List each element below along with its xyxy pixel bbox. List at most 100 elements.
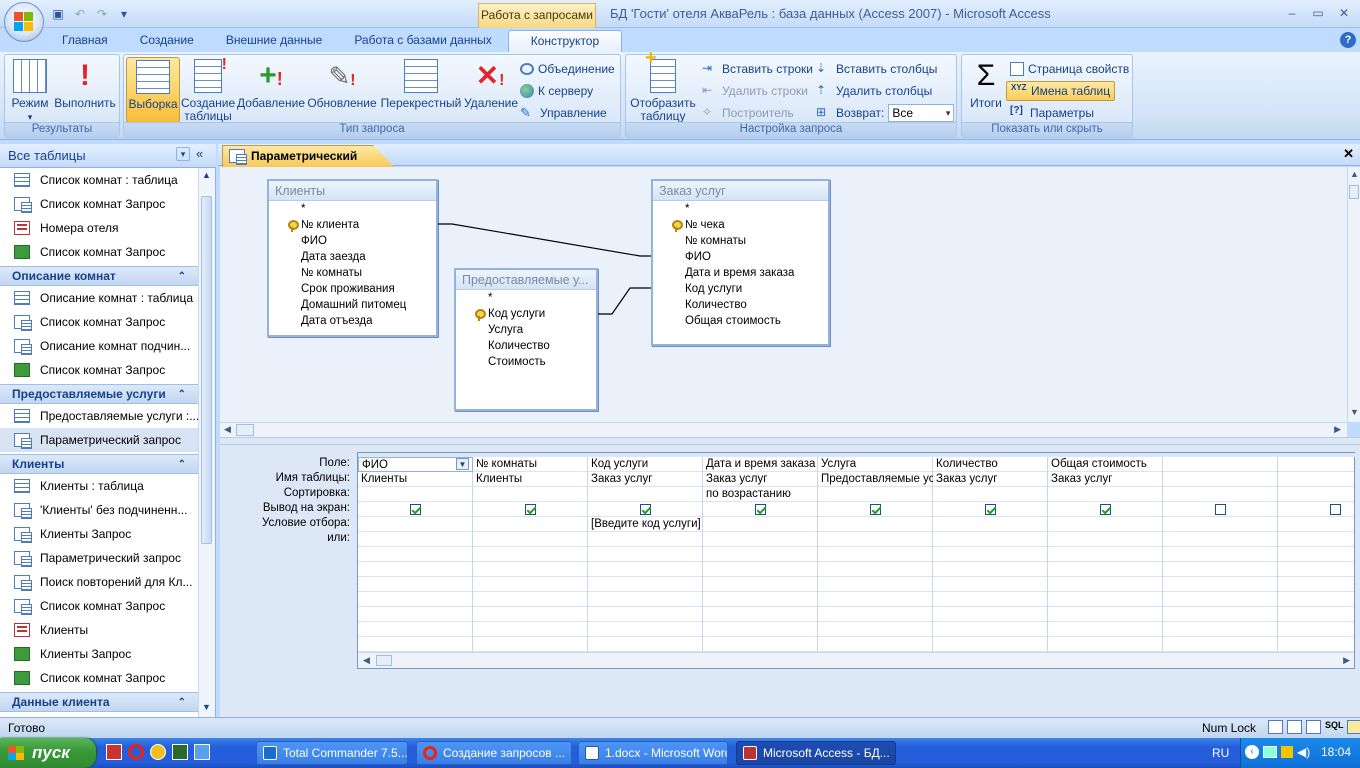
- minimize-button[interactable]: ‒: [1280, 4, 1304, 22]
- nav-item[interactable]: Список комнат Запрос: [0, 358, 198, 382]
- nav-item[interactable]: Поиск повторений для Кл...: [0, 570, 198, 594]
- or-cell[interactable]: [1278, 532, 1360, 547]
- nav-item[interactable]: Клиенты Запрос: [0, 522, 198, 546]
- scroll-thumb[interactable]: [1349, 185, 1359, 199]
- nav-item[interactable]: Клиенты : таблица: [0, 474, 198, 498]
- close-button[interactable]: ✕: [1332, 4, 1356, 22]
- nav-group-header[interactable]: Предоставляемые услуги ⌃: [0, 384, 198, 404]
- sort-cell[interactable]: по возрастанию: [703, 487, 818, 502]
- ql-app-icon[interactable]: [106, 744, 122, 760]
- pane-splitter[interactable]: [220, 437, 1360, 445]
- office-button[interactable]: [4, 2, 44, 42]
- pass-through-button[interactable]: К серверу: [520, 81, 593, 101]
- data-definition-button[interactable]: ✎ Управление: [520, 103, 607, 123]
- nav-item[interactable]: Предоставляемые услуги :...: [0, 404, 198, 428]
- show-checkbox[interactable]: [755, 504, 766, 515]
- collapse-chevron-icon[interactable]: ⌃: [178, 268, 186, 286]
- tab-design[interactable]: Конструктор: [507, 30, 623, 54]
- field-cell[interactable]: № комнаты: [473, 457, 588, 472]
- nav-item[interactable]: Список комнат Запрос: [0, 240, 198, 264]
- nav-item[interactable]: Клиенты: [0, 618, 198, 642]
- customize-qat-icon[interactable]: ▾: [116, 6, 132, 22]
- scroll-down-icon[interactable]: ▼: [1350, 407, 1359, 417]
- delete-rows-button[interactable]: ⇤ Удалить строки: [702, 81, 808, 101]
- criteria-cell[interactable]: [1278, 517, 1360, 532]
- ql-app-icon[interactable]: [172, 744, 188, 760]
- table-name-cell[interactable]: Предоставляемые ус: [818, 472, 933, 487]
- show-checkbox[interactable]: [1100, 504, 1111, 515]
- criteria-cell[interactable]: [358, 517, 473, 532]
- show-checkbox[interactable]: [525, 504, 536, 515]
- opera-icon[interactable]: [128, 744, 144, 760]
- nav-item[interactable]: Описание комнат подчин...: [0, 334, 198, 358]
- table-name-cell[interactable]: Заказ услуг: [588, 472, 703, 487]
- save-icon[interactable]: ▣: [50, 6, 66, 22]
- criteria-cell[interactable]: [818, 517, 933, 532]
- tab-create[interactable]: Создание: [124, 30, 210, 52]
- sort-cell[interactable]: [588, 487, 703, 502]
- builder-button[interactable]: ✧ Построитель: [702, 103, 794, 123]
- design-area-vscroll[interactable]: ▲ ▼: [1347, 167, 1360, 422]
- task-access[interactable]: Microsoft Access - БД...: [736, 741, 896, 765]
- table-names-button[interactable]: XYZ Имена таблиц: [1006, 81, 1116, 101]
- shutter-bar-close-icon[interactable]: «: [196, 146, 203, 161]
- insert-columns-button[interactable]: ⇣ Вставить столбцы: [816, 59, 937, 79]
- table-name-cell[interactable]: Клиенты: [358, 472, 473, 487]
- qbe-hscroll[interactable]: ◀ ▶: [358, 652, 1354, 668]
- nav-group-header[interactable]: Клиенты ⌃: [0, 454, 198, 474]
- union-button[interactable]: Объединение: [520, 59, 615, 79]
- sort-cell[interactable]: [1163, 487, 1278, 502]
- collapse-chevron-icon[interactable]: ⌃: [178, 456, 186, 474]
- chevron-down-icon[interactable]: ▼: [456, 458, 469, 470]
- collapse-chevron-icon[interactable]: ⌃: [178, 386, 186, 404]
- field-cell[interactable]: Код услуги: [588, 457, 703, 472]
- sort-cell[interactable]: [933, 487, 1048, 502]
- view-button[interactable]: Режим ▾: [7, 57, 53, 123]
- or-cell[interactable]: [1048, 532, 1163, 547]
- table-name-cell[interactable]: Клиенты: [473, 472, 588, 487]
- table-name-cell[interactable]: [1163, 472, 1278, 487]
- ql-app-icon[interactable]: [150, 744, 166, 760]
- insert-rows-button[interactable]: ⇥ Вставить строки: [702, 59, 813, 79]
- sort-cell[interactable]: [1048, 487, 1163, 502]
- or-cell[interactable]: [818, 532, 933, 547]
- show-checkbox[interactable]: [410, 504, 421, 515]
- or-cell[interactable]: [1163, 532, 1278, 547]
- field-cell[interactable]: Услуга: [818, 457, 933, 472]
- return-select[interactable]: Все ▾: [888, 104, 955, 122]
- field-cell[interactable]: Количество: [933, 457, 1048, 472]
- task-total-commander[interactable]: Total Commander 7.5...: [256, 741, 408, 765]
- scroll-left-icon[interactable]: ◀: [224, 424, 231, 435]
- nav-item[interactable]: Список комнат Запрос: [0, 192, 198, 216]
- scroll-down-icon[interactable]: ▼: [202, 702, 211, 712]
- table-name-cell[interactable]: Заказ услуг: [1048, 472, 1163, 487]
- show-checkbox[interactable]: [1215, 504, 1226, 515]
- criteria-cell[interactable]: [Введите код услуги]: [588, 517, 703, 532]
- scroll-right-icon[interactable]: ▶: [1334, 424, 1341, 435]
- network-icon[interactable]: [1263, 746, 1277, 758]
- sort-cell[interactable]: [1278, 487, 1360, 502]
- show-checkbox[interactable]: [985, 504, 996, 515]
- lang-indicator[interactable]: RU: [1212, 746, 1229, 760]
- help-icon[interactable]: ?: [1340, 32, 1356, 48]
- table-name-cell[interactable]: Заказ услуг: [703, 472, 818, 487]
- field-cell[interactable]: [1163, 457, 1278, 472]
- scroll-thumb[interactable]: [376, 655, 392, 666]
- pivot-chart-icon[interactable]: [1306, 720, 1321, 734]
- nav-item[interactable]: Список комнат Запрос: [0, 594, 198, 618]
- pivot-table-icon[interactable]: [1287, 720, 1302, 734]
- redo-icon[interactable]: ↷: [94, 6, 110, 22]
- nav-item[interactable]: Параметрический запрос: [0, 546, 198, 570]
- append-button[interactable]: +! Добавление: [236, 57, 306, 123]
- design-area-hscroll[interactable]: ◀ ▶: [220, 422, 1347, 437]
- close-document-icon[interactable]: ✕: [1343, 146, 1354, 162]
- nav-item[interactable]: Номера отеля: [0, 216, 198, 240]
- criteria-cell[interactable]: [703, 517, 818, 532]
- nav-item[interactable]: Список комнат Запрос: [0, 310, 198, 334]
- show-checkbox[interactable]: [1330, 504, 1341, 515]
- field-cell[interactable]: Дата и время заказа: [703, 457, 818, 472]
- run-button[interactable]: ! Выполнить: [53, 57, 117, 123]
- tray-back-icon[interactable]: ‹: [1245, 745, 1259, 759]
- show-checkbox[interactable]: [640, 504, 651, 515]
- undo-icon[interactable]: ↶: [72, 6, 88, 22]
